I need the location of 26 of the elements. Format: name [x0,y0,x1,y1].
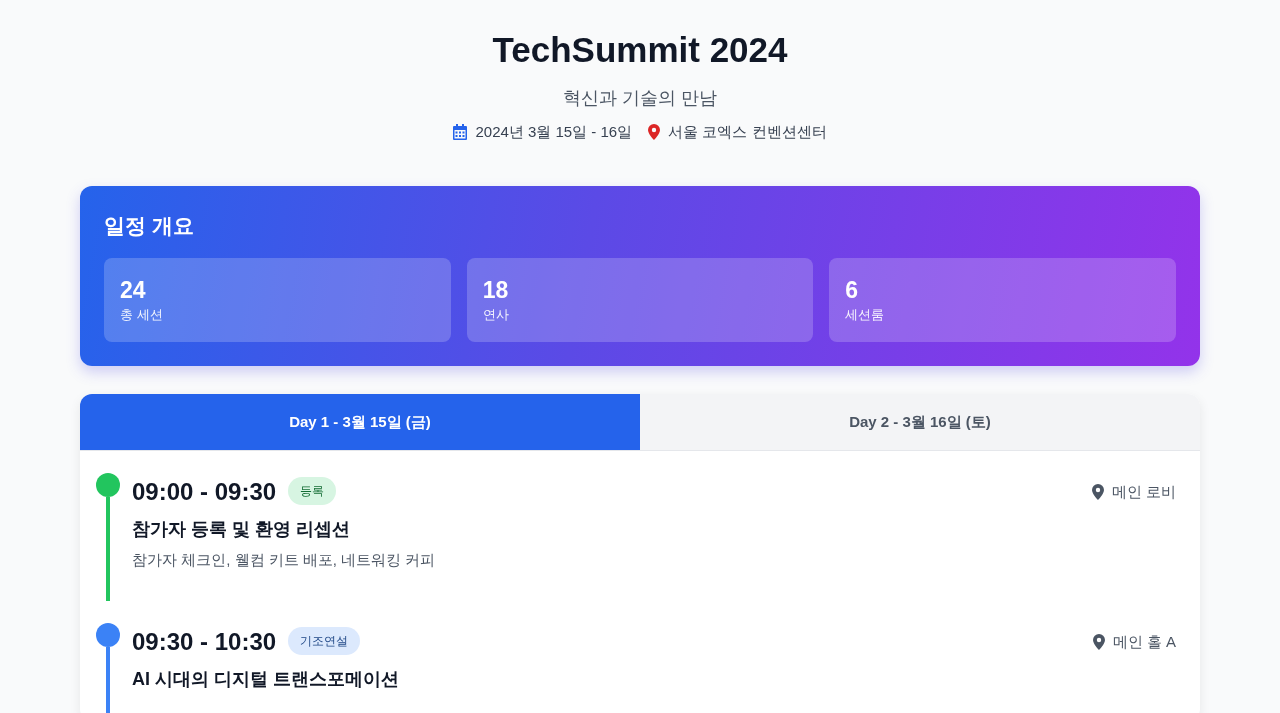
event-title: TechSummit 2024 [491,29,789,71]
stat-value: 24 [120,276,147,305]
event-venue: 서울 코엑스 컨벤션센터 [668,122,827,142]
day-tab[interactable]: Day 2 - 3월 16일 (토) [640,394,1200,450]
map-pin-icon [1092,634,1105,650]
map-pin-icon [648,124,661,140]
stat-label: 연사 [482,306,510,324]
stat-value: 6 [845,276,860,305]
map-pin-icon [1091,484,1104,500]
session-location: 메인 홀 A [1112,632,1176,652]
session-tag: 기조연설 [288,627,361,655]
session-location: 메인 로비 [1111,482,1176,502]
event-date: 2024년 3월 15일 - 16일 [475,122,633,142]
session-title: 참가자 등록 및 환영 리셉션 [132,518,351,541]
event-subtitle: 혁신과 기술의 만남 [562,87,718,110]
session-tag: 등록 [288,477,337,505]
calendar-icon [453,124,468,140]
session-description: 참가자 체크인, 웰컴 키트 배포, 네트워킹 커피 [132,550,437,570]
overview-title: 일정 개요 [104,213,195,239]
stat-label: 세션룸 [845,306,886,324]
stat-value: 18 [482,276,510,305]
session-title: AI 시대의 디지털 트랜스포메이션 [132,668,400,691]
session-time: 09:30 - 10:30 [132,627,277,657]
day-tab[interactable]: Day 1 - 3월 15일 (금) [80,394,640,450]
session-time: 09:00 - 09:30 [132,477,277,507]
stat-label: 총 세션 [120,306,164,324]
